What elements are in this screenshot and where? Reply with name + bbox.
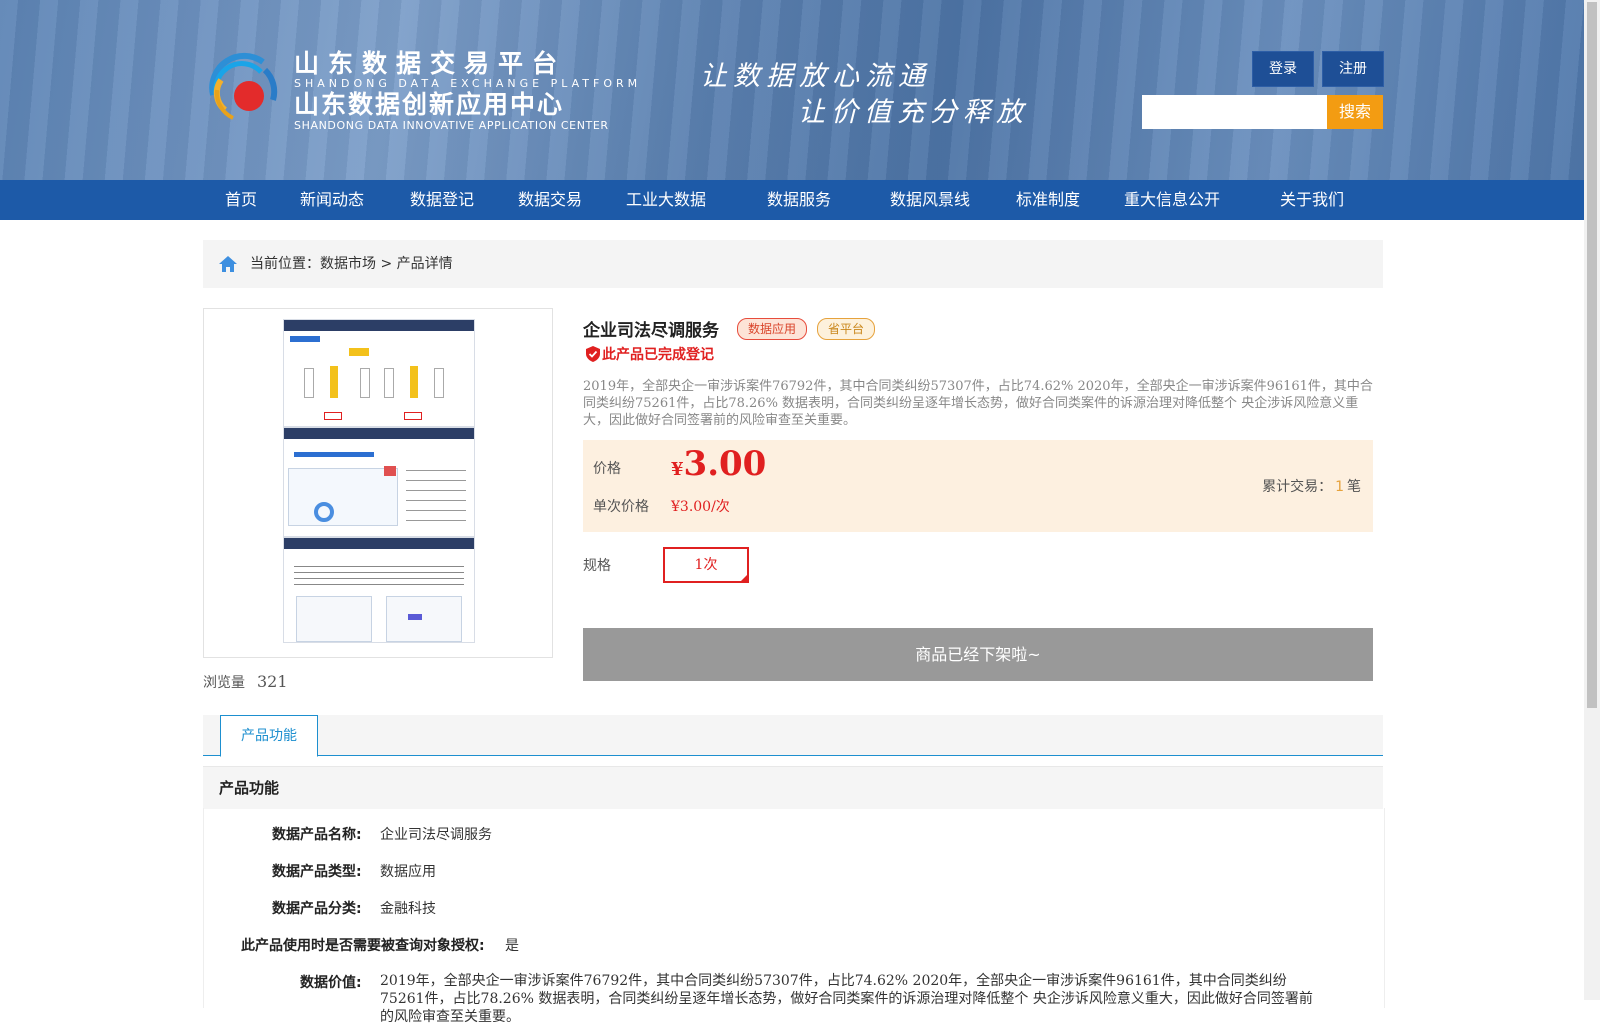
unit-price-label: 单次价格 [593, 499, 649, 515]
product-description: 2019年，全部央企一审涉诉案件76792件，其中合同类纠纷57307件，占比7… [583, 379, 1373, 428]
search-button[interactable]: 搜索 [1327, 95, 1383, 129]
registration-status: 此产品已完成登记 [586, 344, 714, 364]
view-count-label: 浏览量 [203, 675, 245, 691]
selected-corner-icon [739, 573, 749, 583]
unit-price-value: ¥3.00/次 [671, 499, 730, 515]
slogan-line-2: 让价值充分释放 [798, 97, 1029, 128]
detail-key: 数据产品类型: [272, 864, 362, 880]
detail-key: 数据产品分类: [272, 901, 362, 917]
main-nav: 首页 新闻动态 数据登记 数据交易 工业大数据 数据服务 数据风景线 标准制度 … [0, 180, 1584, 220]
register-button[interactable]: 注册 [1322, 51, 1384, 87]
preview-slide [283, 319, 475, 427]
slide-header-bar [284, 428, 474, 439]
search-input[interactable] [1142, 95, 1334, 129]
slide-header-bar [284, 320, 474, 331]
detail-tabs: 产品功能 [203, 715, 1383, 757]
logo-subtitle-cn: 山东数据创新应用中心 [294, 90, 565, 119]
platform-badge: 省平台 [817, 318, 876, 340]
scrollbar-thumb[interactable] [1587, 2, 1597, 708]
nav-item-registration[interactable]: 数据登记 [410, 180, 474, 220]
detail-section-header: 产品功能 [203, 766, 1383, 809]
site-header: 山东数据交易平台 SHANDONG DATA EXCHANGE PLATFORM… [0, 0, 1584, 180]
currency-symbol: ¥ [671, 459, 684, 480]
nav-item-standards[interactable]: 标准制度 [1016, 180, 1080, 220]
registration-status-text: 此产品已完成登记 [602, 347, 714, 363]
detail-key: 此产品使用时是否需要被查询对象授权: [241, 938, 485, 954]
nav-item-data-services[interactable]: 数据服务 [767, 180, 831, 220]
total-deals-unit: 笔 [1347, 479, 1361, 495]
detail-value: 企业司法尽调服务 [380, 827, 492, 843]
detail-value: 金融科技 [380, 901, 436, 917]
spec-option-selected[interactable]: 1次 [663, 547, 749, 583]
off-shelf-button[interactable]: 商品已经下架啦~ [583, 628, 1373, 681]
price-value: ¥3.00 [671, 444, 766, 484]
platform-logo-icon[interactable] [203, 50, 283, 130]
logo-title-cn: 山东数据交易平台 [294, 49, 567, 78]
nav-item-data-scenery[interactable]: 数据风景线 [890, 180, 970, 220]
logo-subtitle-en: SHANDONG DATA INNOVATIVE APPLICATION CEN… [294, 119, 609, 132]
detail-value-text: 2019年，全部央企一审涉诉案件76792件，其中合同类纠纷57307件，占比7… [380, 973, 1313, 1025]
product-type-badge: 数据应用 [737, 318, 808, 340]
product-image[interactable] [203, 308, 553, 658]
nav-item-about[interactable]: 关于我们 [1280, 180, 1344, 220]
slide-header-bar [284, 538, 474, 549]
nav-item-news[interactable]: 新闻动态 [300, 180, 364, 220]
breadcrumb-text: 当前位置：数据市场 > 产品详情 [250, 256, 453, 272]
slogan-line-1: 让数据放心流通 [700, 61, 931, 92]
login-button[interactable]: 登录 [1252, 51, 1314, 87]
view-count-value: 321 [257, 672, 288, 691]
view-count: 浏览量 321 [203, 672, 288, 692]
preview-slide [283, 537, 475, 643]
total-deals: 累计交易： 1 笔 [1262, 476, 1361, 496]
detail-key: 数据产品名称: [272, 827, 362, 843]
detail-value: 是 [505, 938, 519, 954]
spec-label: 规格 [583, 558, 611, 574]
nav-item-disclosure[interactable]: 重大信息公开 [1124, 180, 1220, 220]
total-deals-count: 1 [1335, 479, 1344, 495]
nav-item-home[interactable]: 首页 [225, 180, 257, 220]
logo-title-en: SHANDONG DATA EXCHANGE PLATFORM [294, 77, 642, 90]
platform-logo-text[interactable]: 山东数据交易平台 SHANDONG DATA EXCHANGE PLATFORM… [294, 50, 641, 132]
nav-item-industrial-data[interactable]: 工业大数据 [626, 180, 706, 220]
price-label: 价格 [593, 461, 621, 477]
spec-option-label: 1次 [694, 557, 718, 573]
home-icon[interactable] [217, 253, 239, 275]
detail-key: 数据价值: [300, 975, 362, 991]
price-amount: 3.00 [683, 444, 767, 484]
shield-check-icon [586, 346, 600, 362]
tab-product-function[interactable]: 产品功能 [220, 715, 318, 757]
total-deals-label: 累计交易： [1262, 479, 1333, 495]
product-title: 企业司法尽调服务 [583, 321, 719, 341]
preview-slide [283, 427, 475, 537]
page-scrollbar[interactable] [1584, 0, 1600, 1000]
nav-item-trading[interactable]: 数据交易 [518, 180, 582, 220]
detail-section-title: 产品功能 [219, 779, 280, 797]
breadcrumb: 当前位置：数据市场 > 产品详情 [203, 240, 1383, 288]
price-panel: 价格 ¥3.00 单次价格 ¥3.00/次 累计交易： 1 笔 [583, 440, 1373, 532]
detail-value: 数据应用 [380, 864, 436, 880]
